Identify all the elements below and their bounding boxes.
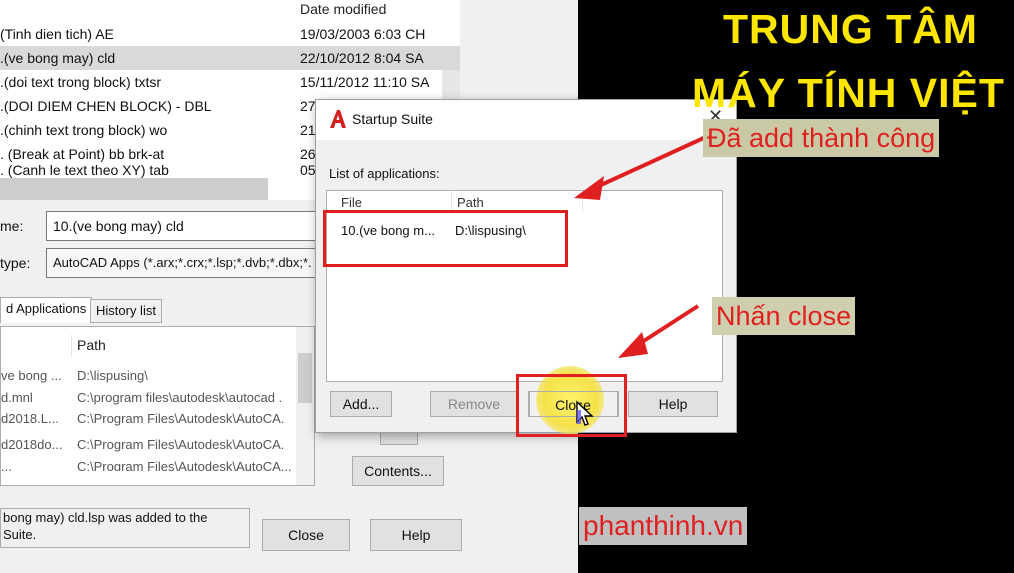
help-button[interactable]: Help: [370, 519, 462, 551]
file-type-select[interactable]: AutoCAD Apps (*.arx;*.crx;*.lsp;*.dvb;*.…: [46, 248, 316, 278]
remove-button[interactable]: Remove: [430, 391, 518, 417]
table-horizontal-scrollbar[interactable]: [0, 178, 268, 200]
column-divider: [71, 335, 72, 357]
list-scroll-thumb[interactable]: [298, 353, 312, 403]
loaded-applications-list: Path ve bong ... D:\lispusing\ d.mnl C:\…: [0, 326, 315, 486]
list-item-path: C:\Program Files\Autodesk\AutoCA.: [77, 437, 285, 452]
help-button[interactable]: Help: [628, 391, 718, 417]
close-button[interactable]: Close: [262, 519, 350, 551]
column-divider: [451, 191, 452, 211]
list-item-path: C:\Program Files\Autodesk\AutoCA...: [77, 459, 292, 471]
highlight-close-button: [516, 374, 627, 437]
table-row[interactable]: .(doi text trong block) txtsr 15/11/2012…: [0, 70, 460, 94]
arrow-to-list-icon: [574, 134, 709, 200]
tab-loaded-applications[interactable]: d Applications: [0, 297, 93, 323]
add-button[interactable]: Add...: [330, 391, 392, 417]
table-row[interactable]: (Tinh dien tich) AE 19/03/2003 6:03 CH: [0, 22, 460, 46]
file-name-input[interactable]: 10.(ve bong may) cld: [46, 211, 316, 241]
annotation-press-close: Nhấn close: [712, 297, 856, 335]
arrow-to-close-icon: [618, 304, 700, 358]
file-column-header[interactable]: File: [341, 195, 362, 210]
list-item[interactable]: d2018.L...: [1, 411, 59, 426]
list-item-path: C:\Program Files\Autodesk\AutoCA.: [77, 411, 285, 426]
website-label: phanthinh.vn: [579, 507, 748, 545]
brand-line-1: TRUNG TÂM: [723, 6, 978, 52]
file-name-label: me:: [0, 218, 24, 234]
list-vertical-scrollbar[interactable]: [296, 327, 314, 485]
list-item-path: C:\program files\autodesk\autocad .: [77, 390, 283, 405]
status-message-box: bong may) cld.lsp was added to the Suite…: [0, 508, 250, 548]
list-of-applications-label: List of applications:: [329, 166, 440, 181]
path-column-header[interactable]: Path: [77, 337, 106, 353]
status-line: Suite.: [3, 527, 37, 542]
highlight-added-row: [323, 210, 568, 267]
list-item[interactable]: d.mnl: [1, 390, 33, 405]
contents-button[interactable]: Contents...: [352, 456, 444, 486]
autocad-logo-icon: [330, 110, 346, 128]
list-item[interactable]: ...: [1, 459, 12, 471]
date-modified-header[interactable]: Date modified: [300, 0, 386, 18]
tab-history-list[interactable]: History list: [90, 299, 162, 323]
dialog-title: Startup Suite: [352, 111, 433, 127]
table-row-selected[interactable]: .(ve bong may) cld 22/10/2012 8:04 SA: [0, 46, 460, 70]
file-type-label: type:: [0, 255, 31, 271]
list-item-path: D:\lispusing\: [77, 368, 148, 383]
annotation-added-success: Đã add thành công: [703, 119, 940, 157]
status-line: bong may) cld.lsp was added to the: [3, 510, 208, 525]
brand-line-2: MÁY TÍNH VIỆT: [692, 70, 1005, 116]
path-column-header[interactable]: Path: [457, 195, 484, 210]
list-item[interactable]: ve bong ...: [1, 368, 62, 383]
list-item[interactable]: d2018do...: [1, 437, 62, 452]
